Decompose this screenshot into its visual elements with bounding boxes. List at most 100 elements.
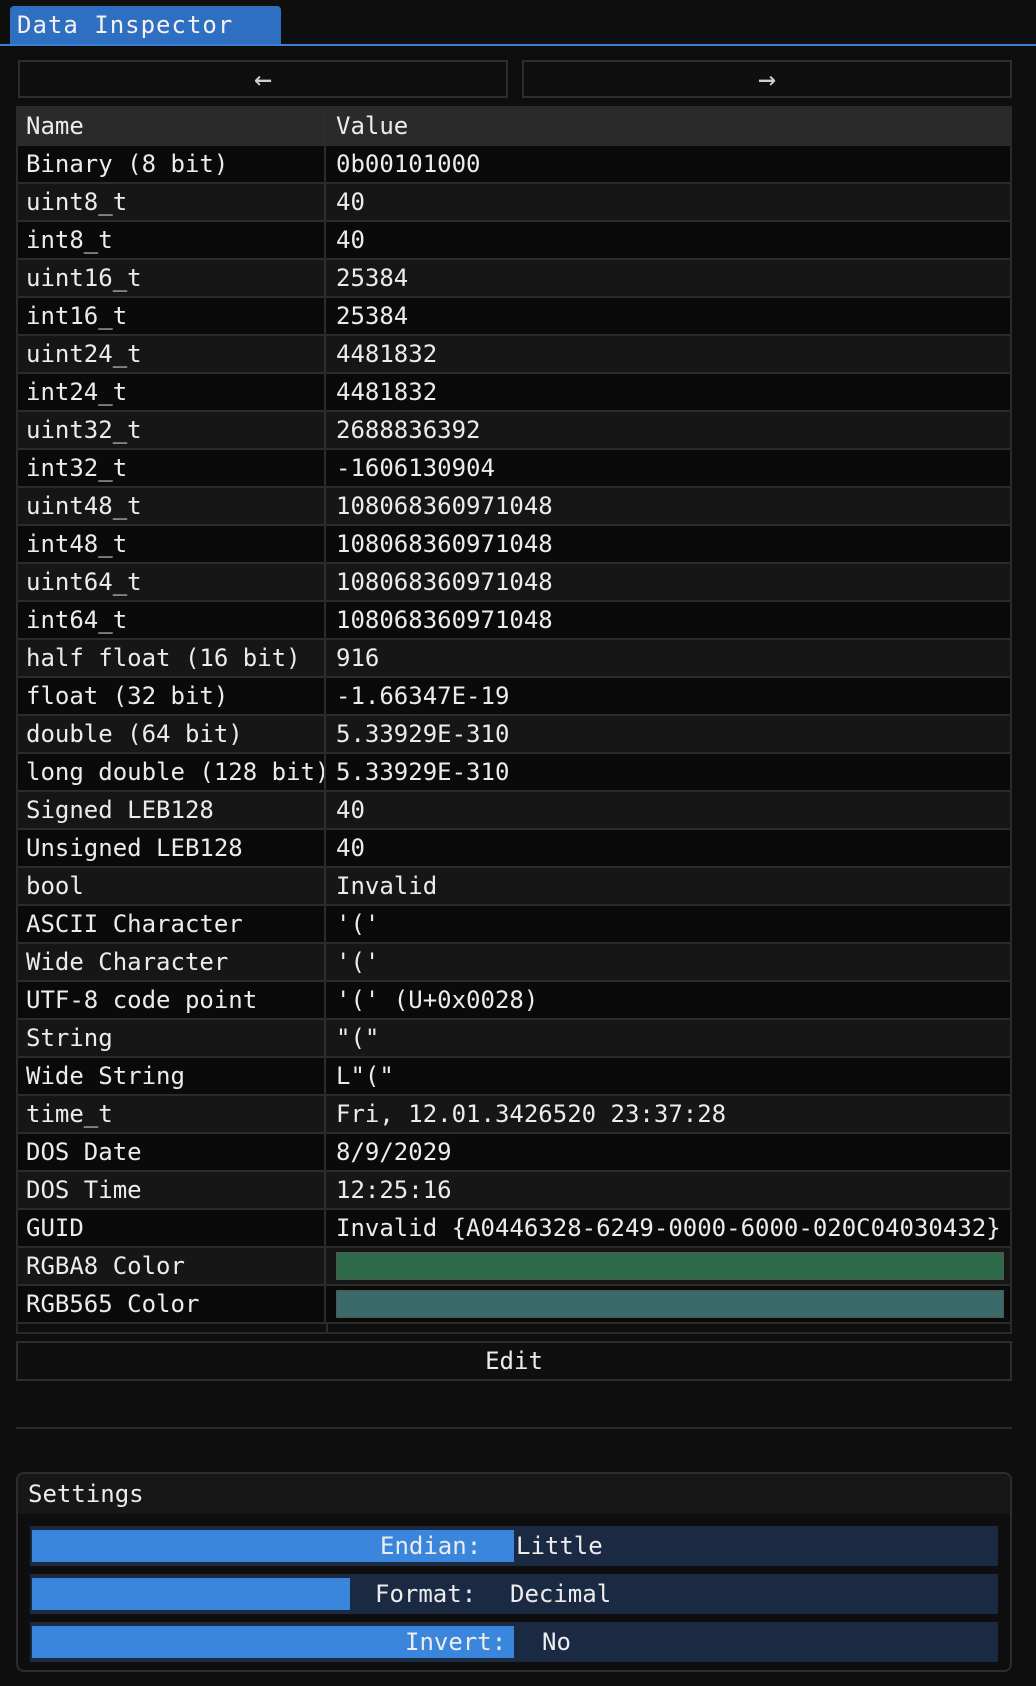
row-name: half float (16 bit) bbox=[18, 640, 326, 676]
row-value: 5.33929E-310 bbox=[336, 720, 510, 748]
row-name: RGBA8 Color bbox=[18, 1248, 326, 1284]
row-name: uint8_t bbox=[18, 184, 326, 220]
column-divider bbox=[326, 1324, 328, 1332]
endian-value: Little bbox=[516, 1532, 603, 1560]
row-name: uint48_t bbox=[18, 488, 326, 524]
row-name: time_t bbox=[18, 1096, 326, 1132]
table-row[interactable]: int16_t 25384 bbox=[18, 298, 1010, 336]
row-value: 108068360971048 bbox=[336, 568, 553, 596]
table-row[interactable]: int64_t 108068360971048 bbox=[18, 602, 1010, 640]
table-row[interactable]: int48_t 108068360971048 bbox=[18, 526, 1010, 564]
table-row[interactable]: float (32 bit) -1.66347E-19 bbox=[18, 678, 1010, 716]
row-value: 108068360971048 bbox=[336, 492, 553, 520]
row-name: Unsigned LEB128 bbox=[18, 830, 326, 866]
row-value: 0b00101000 bbox=[336, 150, 481, 178]
table-row[interactable]: RGBA8 Color bbox=[18, 1248, 1010, 1286]
row-value: "(" bbox=[336, 1024, 380, 1052]
row-value: L"(" bbox=[336, 1062, 394, 1090]
format-slider-fill bbox=[32, 1578, 351, 1610]
table-row[interactable]: time_t Fri, 12.01.3426520 23:37:28 bbox=[18, 1096, 1010, 1134]
row-name: GUID bbox=[18, 1210, 326, 1246]
table-row[interactable]: Signed LEB128 40 bbox=[18, 792, 1010, 830]
color-swatch bbox=[336, 1290, 1004, 1318]
row-value: 4481832 bbox=[336, 378, 438, 406]
row-name: int32_t bbox=[18, 450, 326, 486]
row-name: uint16_t bbox=[18, 260, 326, 296]
table-row[interactable]: Binary (8 bit) 0b00101000 bbox=[18, 146, 1010, 184]
row-value: Invalid {A0446328-6249-0000-6000-020C040… bbox=[336, 1214, 1001, 1242]
row-value: '(' (U+0x0028) bbox=[336, 986, 539, 1014]
row-value: 108068360971048 bbox=[336, 606, 553, 634]
table-row[interactable]: DOS Date 8/9/2029 bbox=[18, 1134, 1010, 1172]
edit-button[interactable]: Edit bbox=[16, 1341, 1012, 1381]
row-name: Wide Character bbox=[18, 944, 326, 980]
inspector-table: Name Value Binary (8 bit) 0b00101000 uint8… bbox=[16, 106, 1012, 1334]
table-row[interactable]: RGB565 Color bbox=[18, 1286, 1010, 1324]
table-row[interactable]: uint32_t 2688836392 bbox=[18, 412, 1010, 450]
row-name: RGB565 Color bbox=[18, 1286, 326, 1322]
row-color-value bbox=[328, 1248, 1010, 1284]
row-value: Invalid bbox=[336, 872, 438, 900]
row-value: 40 bbox=[336, 226, 365, 254]
row-value: 25384 bbox=[336, 302, 409, 330]
format-value: Decimal bbox=[510, 1580, 612, 1608]
table-row[interactable]: uint8_t 40 bbox=[18, 184, 1010, 222]
table-row[interactable]: UTF-8 code point '(' (U+0x0028) bbox=[18, 982, 1010, 1020]
row-value: -1606130904 bbox=[336, 454, 495, 482]
row-value: Fri, 12.01.3426520 23:37:28 bbox=[336, 1100, 727, 1128]
row-value: '(' bbox=[336, 910, 380, 938]
row-name: Signed LEB128 bbox=[18, 792, 326, 828]
settings-section: Settings Endian: Little Format: Decimal … bbox=[16, 1472, 1012, 1672]
table-row[interactable]: Wide Character '(' bbox=[18, 944, 1010, 982]
column-header-value: Value bbox=[336, 112, 409, 140]
invert-slider[interactable]: Invert: No bbox=[30, 1622, 998, 1662]
next-button[interactable]: → bbox=[522, 60, 1012, 98]
table-row[interactable]: uint24_t 4481832 bbox=[18, 336, 1010, 374]
row-name: ASCII Character bbox=[18, 906, 326, 942]
table-row[interactable]: double (64 bit) 5.33929E-310 bbox=[18, 716, 1010, 754]
row-name: int8_t bbox=[18, 222, 326, 258]
previous-button[interactable]: ← bbox=[18, 60, 508, 98]
row-name: int48_t bbox=[18, 526, 326, 562]
row-value: 5.33929E-310 bbox=[336, 758, 510, 786]
format-label: Format: bbox=[375, 1580, 477, 1608]
row-name: DOS Time bbox=[18, 1172, 326, 1208]
table-row[interactable]: int24_t 4481832 bbox=[18, 374, 1010, 412]
column-header-name: Name bbox=[18, 108, 326, 144]
settings-header[interactable]: Settings bbox=[18, 1474, 1010, 1514]
table-row[interactable]: uint16_t 25384 bbox=[18, 260, 1010, 298]
row-name: UTF-8 code point bbox=[18, 982, 326, 1018]
row-value: 8/9/2029 bbox=[336, 1138, 452, 1166]
table-row[interactable]: String "(" bbox=[18, 1020, 1010, 1058]
row-value: 40 bbox=[336, 834, 365, 862]
row-value: 916 bbox=[336, 644, 380, 672]
table-row[interactable]: int8_t 40 bbox=[18, 222, 1010, 260]
row-name: int16_t bbox=[18, 298, 326, 334]
tab-data-inspector[interactable]: Data Inspector bbox=[10, 6, 282, 44]
table-row[interactable]: long double (128 bit) 5.33929E-310 bbox=[18, 754, 1010, 792]
table-row[interactable]: GUID Invalid {A0446328-6249-0000-6000-020… bbox=[18, 1210, 1010, 1248]
endian-label: Endian: bbox=[380, 1532, 482, 1560]
table-row[interactable]: DOS Time 12:25:16 bbox=[18, 1172, 1010, 1210]
table-row[interactable]: ASCII Character '(' bbox=[18, 906, 1010, 944]
row-value: 25384 bbox=[336, 264, 409, 292]
row-name: bool bbox=[18, 868, 326, 904]
row-name: float (32 bit) bbox=[18, 678, 326, 714]
table-row[interactable]: Unsigned LEB128 40 bbox=[18, 830, 1010, 868]
table-row[interactable]: int32_t -1606130904 bbox=[18, 450, 1010, 488]
row-name: Binary (8 bit) bbox=[18, 146, 326, 182]
row-value: '(' bbox=[336, 948, 380, 976]
table-row[interactable]: bool Invalid bbox=[18, 868, 1010, 906]
table-row[interactable]: uint48_t 108068360971048 bbox=[18, 488, 1010, 526]
format-slider[interactable]: Format: Decimal bbox=[30, 1574, 998, 1614]
row-value: 40 bbox=[336, 796, 365, 824]
row-color-value bbox=[328, 1286, 1010, 1322]
row-name: uint32_t bbox=[18, 412, 326, 448]
table-row[interactable]: uint64_t 108068360971048 bbox=[18, 564, 1010, 602]
endian-slider[interactable]: Endian: Little bbox=[30, 1526, 998, 1566]
table-row[interactable]: Wide String L"(" bbox=[18, 1058, 1010, 1096]
table-row[interactable]: half float (16 bit) 916 bbox=[18, 640, 1010, 678]
row-value: -1.66347E-19 bbox=[336, 682, 510, 710]
invert-value: No bbox=[542, 1628, 571, 1656]
table-header-row: Name Value bbox=[18, 108, 1010, 146]
